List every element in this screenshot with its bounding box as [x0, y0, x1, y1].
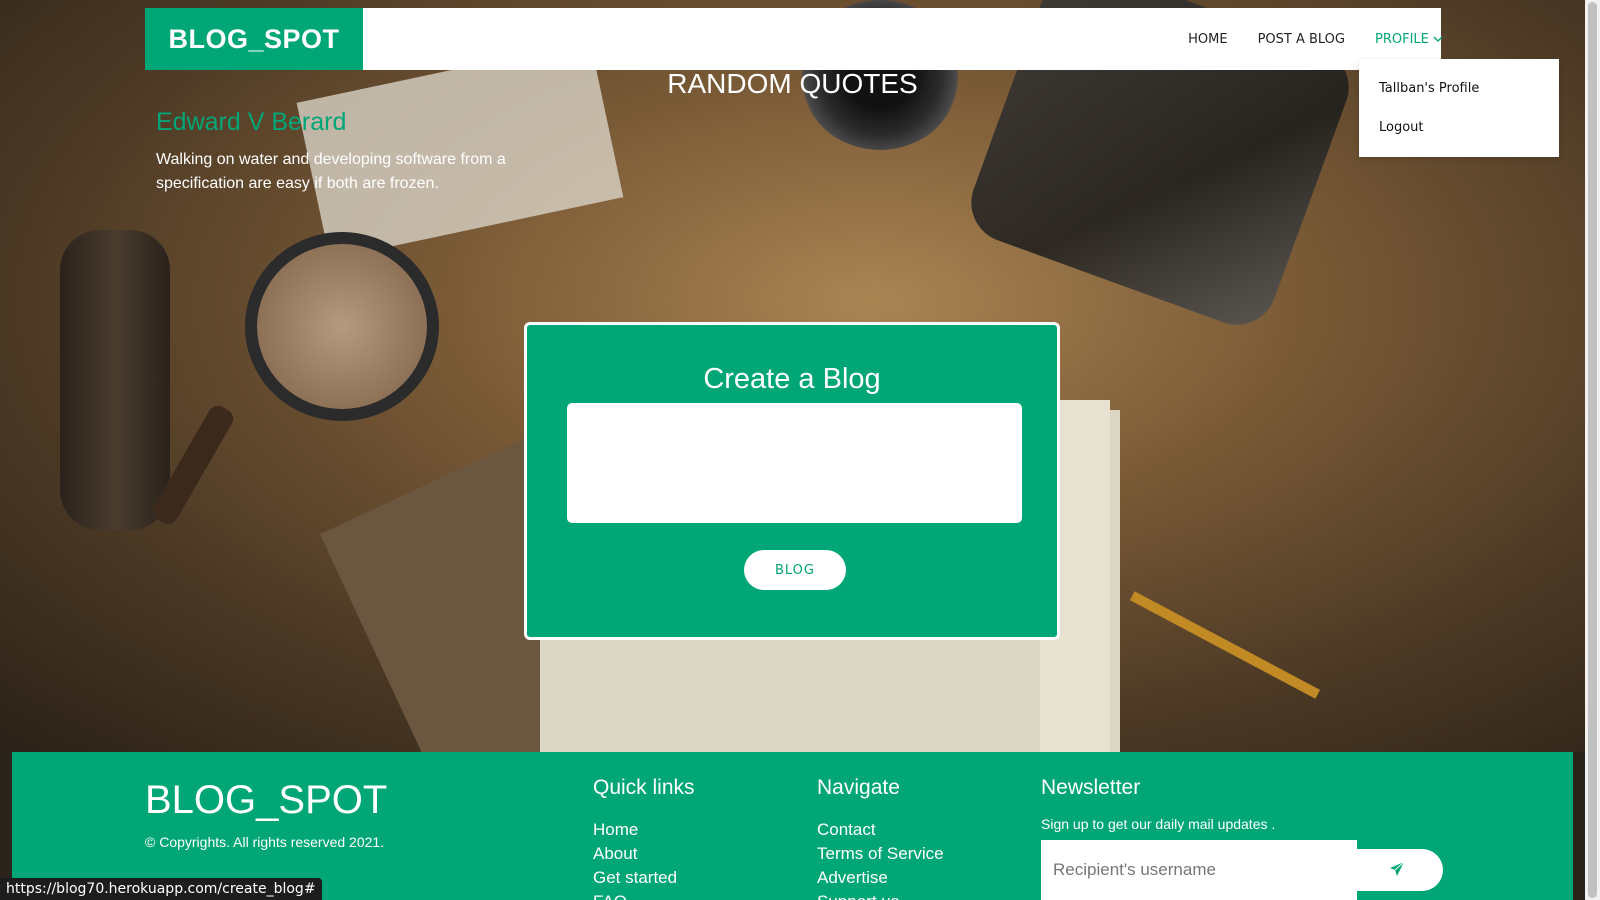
- blog-submit-button[interactable]: BLOG: [744, 550, 846, 590]
- page-viewport: BLOG_SPOT HOME POST A BLOG PROFILE Tallb…: [0, 0, 1585, 900]
- page-scrollbar[interactable]: [1585, 0, 1600, 900]
- footer-copyright: © Copyrights. All rights reserved 2021.: [145, 834, 385, 850]
- newsletter-heading: Newsletter: [1041, 776, 1141, 799]
- footer-brand: BLOG_SPOT: [145, 778, 388, 822]
- status-bar-url: https://blog70.herokuapp.com/create_blog…: [0, 878, 322, 900]
- quote-text: Walking on water and developing software…: [156, 151, 506, 192]
- create-blog-card: Create a Blog BLOG: [524, 322, 1060, 640]
- chevron-down-icon: [1433, 33, 1443, 46]
- footer-quick-links: Quick links Home About Get started FAQ: [593, 776, 695, 900]
- background-pencil: [1129, 591, 1321, 699]
- nav-home[interactable]: HOME: [1188, 32, 1227, 47]
- background-spool: [60, 230, 170, 530]
- footer-link-terms[interactable]: Terms of Service: [817, 842, 944, 866]
- quote-author: Edward V Berard: [156, 108, 347, 136]
- footer-navigate: Navigate Contact Terms of Service Advert…: [817, 776, 944, 900]
- top-navbar: BLOG_SPOT HOME POST A BLOG PROFILE: [145, 8, 1443, 70]
- paper-plane-icon: [1389, 861, 1405, 880]
- background-magnifier: [245, 232, 439, 421]
- nav-profile-label: PROFILE: [1375, 31, 1429, 47]
- footer-link-faq[interactable]: FAQ: [593, 890, 695, 900]
- footer-link-support[interactable]: Support us: [817, 890, 944, 900]
- brand-logo[interactable]: BLOG_SPOT: [145, 8, 363, 70]
- footer-link-about[interactable]: About: [593, 842, 695, 866]
- blog-content-textarea[interactable]: [567, 403, 1022, 523]
- footer-link-contact[interactable]: Contact: [817, 818, 944, 842]
- footer-link-home[interactable]: Home: [593, 818, 695, 842]
- quotes-title: RANDOM QUOTES: [667, 68, 918, 99]
- nav-post-a-blog[interactable]: POST A BLOG: [1258, 32, 1345, 47]
- footer-link-get-started[interactable]: Get started: [593, 866, 695, 890]
- menu-item-logout[interactable]: Logout: [1379, 120, 1424, 135]
- newsletter-subtitle: Sign up to get our daily mail updates .: [1041, 816, 1276, 832]
- navigate-heading: Navigate: [817, 776, 900, 799]
- scrollbar-thumb[interactable]: [1588, 2, 1597, 898]
- newsletter-username-input[interactable]: [1041, 840, 1357, 900]
- footer-link-advertise[interactable]: Advertise: [817, 866, 944, 890]
- newsletter-send-button[interactable]: [1351, 849, 1443, 891]
- quick-links-heading: Quick links: [593, 776, 695, 799]
- create-blog-title: Create a Blog: [703, 363, 881, 395]
- nav-profile[interactable]: PROFILE: [1375, 31, 1443, 47]
